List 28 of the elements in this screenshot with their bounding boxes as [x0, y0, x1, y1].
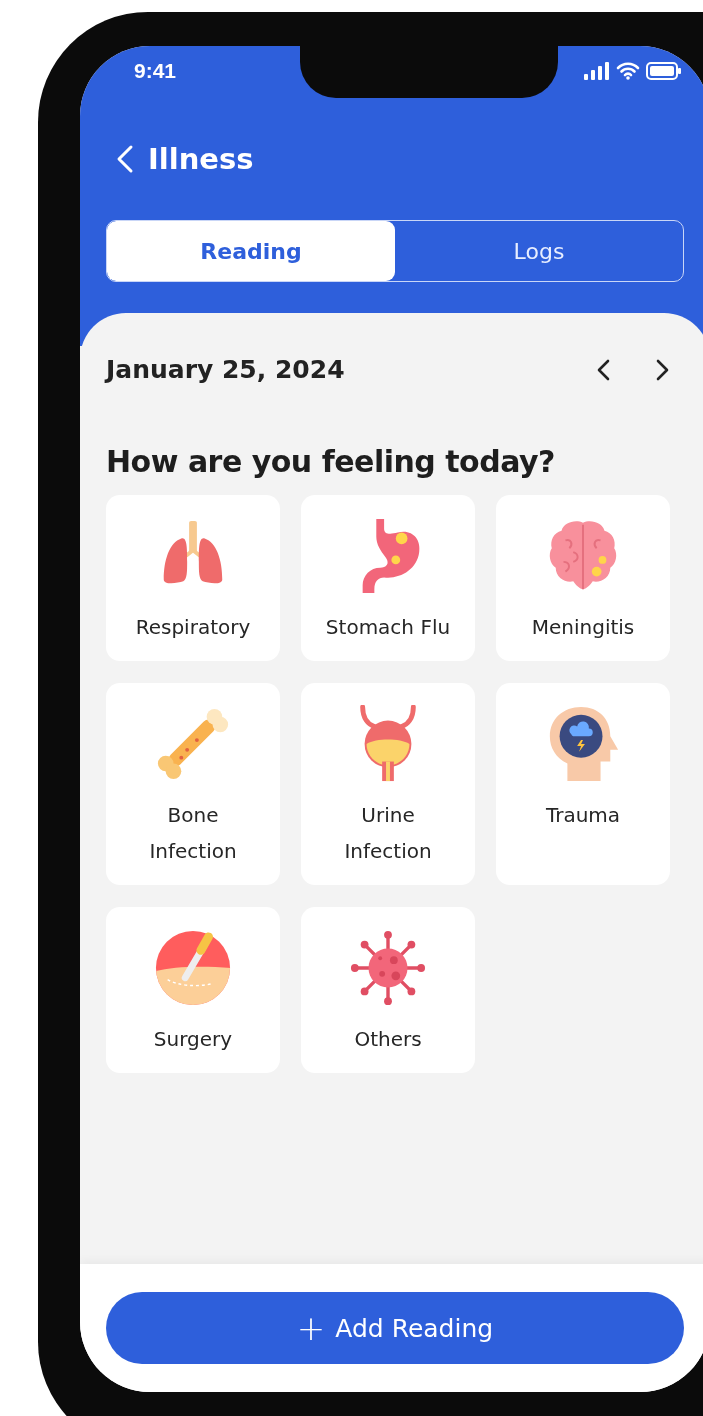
back-icon[interactable]: [116, 144, 134, 174]
signal-icon: [584, 62, 610, 80]
illness-label: Others: [353, 1026, 423, 1053]
battery-icon: [646, 62, 682, 80]
illness-card[interactable]: Surgery: [106, 907, 280, 1073]
date-label: January 25, 2024: [106, 355, 345, 384]
tab[interactable]: Logs: [395, 221, 683, 281]
illness-card[interactable]: Urine Infection: [301, 683, 475, 885]
illness-label: Surgery: [152, 1026, 234, 1053]
illness-label: Urine Infection: [343, 802, 433, 865]
illness-label: Trauma: [544, 802, 622, 829]
illness-card[interactable]: Bone Infection: [106, 683, 280, 885]
illness-label: Respiratory: [134, 614, 252, 641]
question-heading: How are you feeling today?: [106, 444, 556, 479]
illness-card[interactable]: Others: [301, 907, 475, 1073]
illness-card[interactable]: Meningitis: [496, 495, 670, 661]
illness-card[interactable]: Stomach Flu: [301, 495, 475, 661]
tab[interactable]: Reading: [107, 221, 395, 281]
illness-label: Bone Infection: [148, 802, 238, 865]
screen-title: Illness: [148, 142, 254, 176]
illness-label: Stomach Flu: [324, 614, 452, 641]
status-time: 9:41: [134, 59, 177, 83]
add-reading-button[interactable]: + Add Reading: [106, 1292, 684, 1364]
illness-card[interactable]: Respiratory: [106, 495, 280, 661]
illness-card[interactable]: Trauma: [496, 683, 670, 885]
virus-icon: [349, 929, 427, 1007]
illness-label: Meningitis: [530, 614, 636, 641]
wifi-icon: [616, 62, 640, 80]
